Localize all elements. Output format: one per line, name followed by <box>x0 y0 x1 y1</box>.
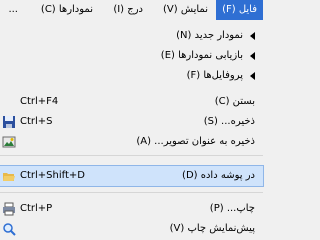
menu-item-reopen-charts[interactable]: بازیابی نمودارها (E) <box>0 46 263 66</box>
menu-item-label: بازیابی نمودارها (E) <box>160 50 243 61</box>
menu-insert[interactable]: درج (I) <box>113 0 143 20</box>
menu-charts[interactable]: نمودارها (C) <box>41 0 93 20</box>
submenu-arrow-icon <box>250 52 255 60</box>
menu-item-label: چاپ... (P) <box>209 203 255 214</box>
submenu-arrow-icon <box>250 72 255 80</box>
shortcut-text: Ctrl+S <box>20 116 53 127</box>
save-icon <box>3 116 15 128</box>
menu-item-profiles[interactable]: پروفایل‌ها (F) <box>0 66 263 86</box>
menu-item-label: پیش‌نمایش چاپ (V) <box>169 223 255 234</box>
file-menu: نمودار جدید (N) بازیابی نمودارها (E) پرو… <box>0 20 264 240</box>
menu-item-print[interactable]: Ctrl+P چاپ... (P) <box>0 199 263 219</box>
menu-item-save[interactable]: Ctrl+S ذخیره... (S) <box>0 112 263 132</box>
menu-view[interactable]: نمایش (V) <box>163 0 208 20</box>
save-picture-icon <box>2 136 16 148</box>
shortcut-text: Ctrl+F4 <box>20 96 59 107</box>
menu-separator <box>0 192 263 193</box>
menu-item-new-chart[interactable]: نمودار جدید (N) <box>0 26 263 46</box>
menu-item-label: پروفایل‌ها (F) <box>186 70 243 81</box>
menu-item-label: نمودار جدید (N) <box>176 30 243 41</box>
menu-item-save-as-picture[interactable]: ذخیره به عنوان تصویر... (A) <box>0 132 263 152</box>
menu-item-label: بستن (C) <box>214 96 255 107</box>
menu-item-data-folder[interactable]: Ctrl+Shift+D در پوشه داده (D) <box>0 165 264 187</box>
menu-item-print-preview[interactable]: پیش‌نمایش چاپ (V) <box>0 219 263 239</box>
folder-open-icon <box>3 173 15 181</box>
shortcut-text: Ctrl+P <box>20 203 53 214</box>
menu-file[interactable]: فایل (F) <box>216 0 263 20</box>
menu-item-close[interactable]: Ctrl+F4 بستن (C) <box>0 92 263 112</box>
printer-icon <box>3 202 15 216</box>
menu-separator <box>0 155 263 156</box>
menu-item-label: ذخیره... (S) <box>203 116 255 127</box>
print-preview-icon <box>3 223 16 236</box>
menu-item-label: در پوشه داده (D) <box>182 170 255 181</box>
shortcut-text: Ctrl+Shift+D <box>20 170 85 181</box>
menu-item-label: ذخیره به عنوان تصویر... (A) <box>136 136 255 147</box>
menu-bar: فایل (F) نمایش (V) درج (I) نمودارها (C) … <box>0 0 263 21</box>
menu-more[interactable]: ... <box>8 0 18 20</box>
submenu-arrow-icon <box>250 32 255 40</box>
